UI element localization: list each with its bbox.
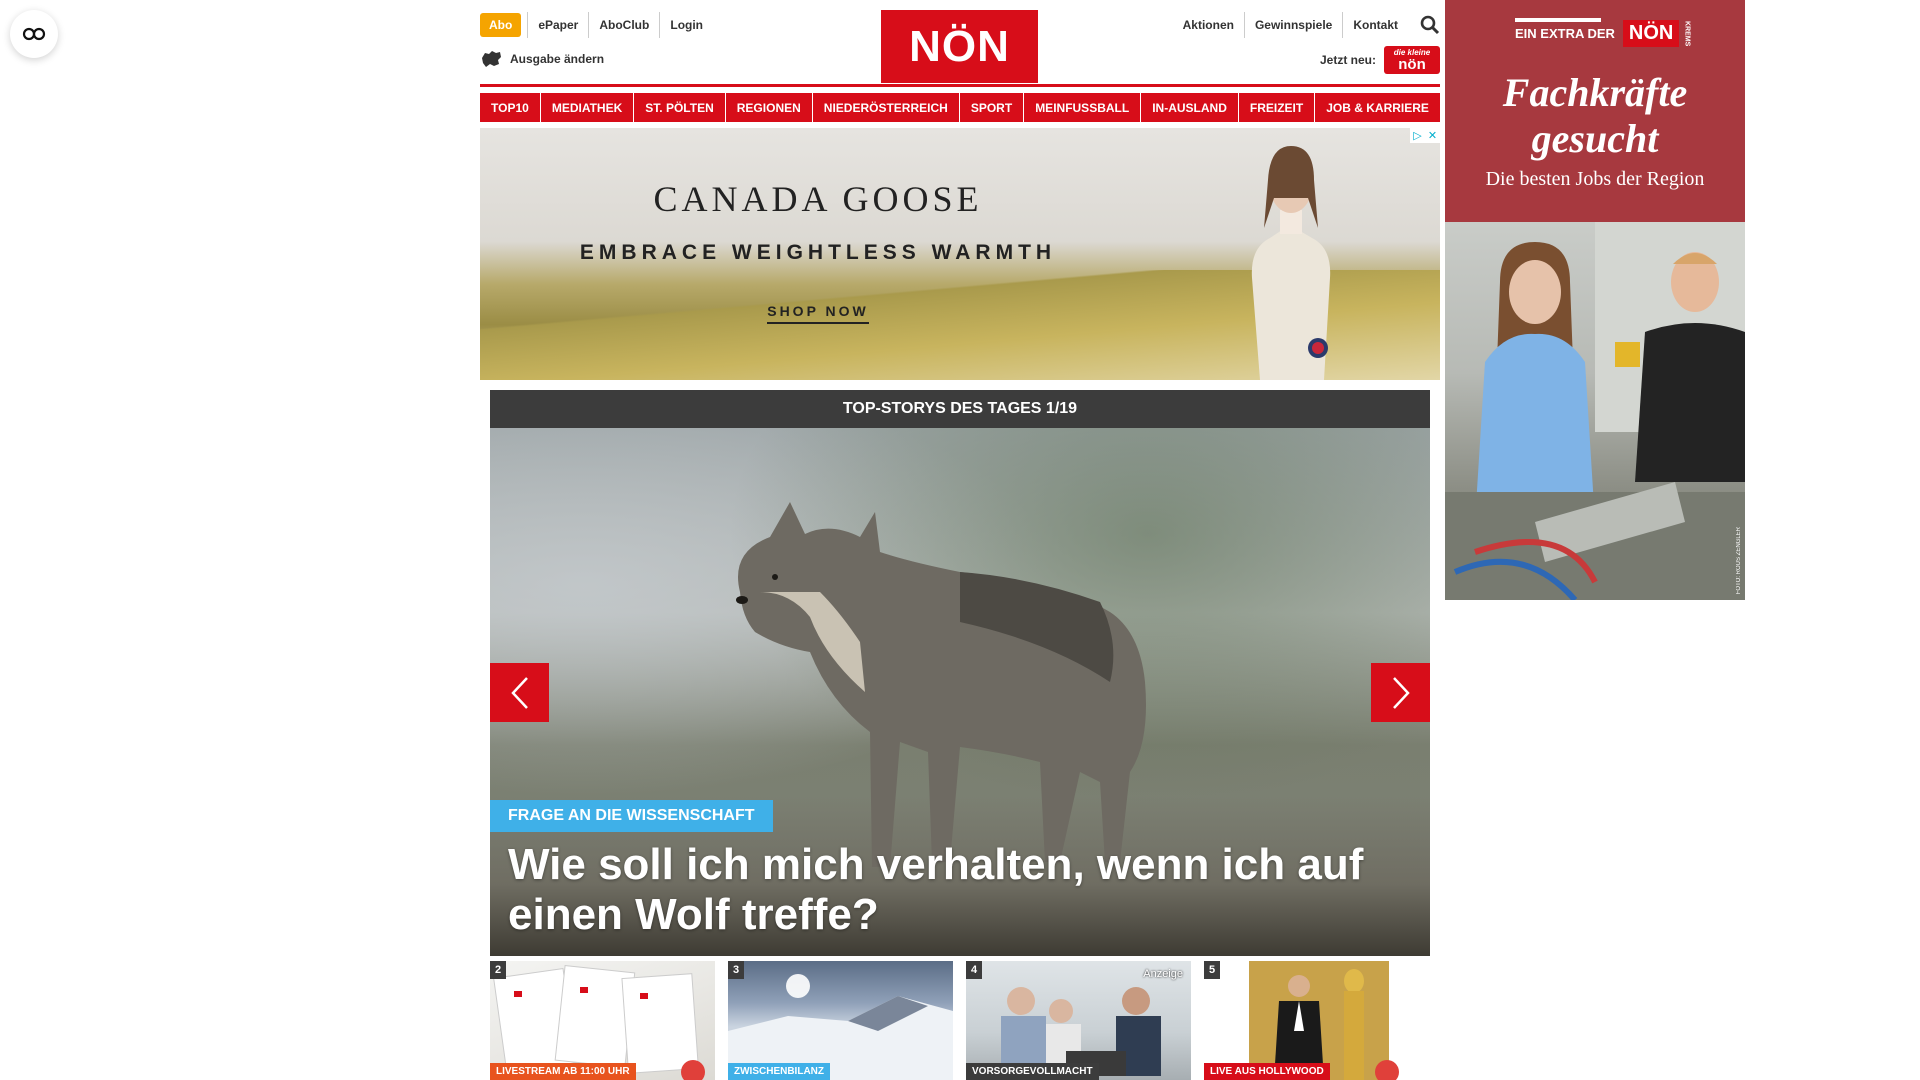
noen-logo[interactable]: NÖN bbox=[881, 10, 1038, 83]
side-ad-bar bbox=[1515, 18, 1601, 22]
ad-cta-text: SHOP NOW bbox=[767, 303, 869, 324]
nav-job-karriere[interactable]: JOB & KARRIERE bbox=[1315, 93, 1440, 122]
ad-model-image bbox=[1251, 146, 1331, 380]
edition-label: Ausgabe ändern bbox=[510, 52, 605, 66]
top-stories: TOP-STORYS DES TAGES 1/19 FRAGE AN DIE W… bbox=[490, 390, 1430, 956]
story-thumbnails: 2 LIVESTREAM AB 11:00 UHR 3 ZWISCHENBILA… bbox=[480, 961, 1440, 1080]
chevron-right-icon bbox=[1392, 676, 1410, 709]
story-thumb-3[interactable]: 3 ZWISCHENBILANZ bbox=[728, 961, 953, 1080]
side-ad-extra-text: EIN EXTRA DER bbox=[1515, 26, 1615, 41]
nav-niederoesterreich[interactable]: NIEDERÖSTERREICH bbox=[812, 93, 959, 122]
nav-st-poelten[interactable]: ST. PÖLTEN bbox=[634, 93, 725, 122]
nav-meinfussball[interactable]: MEINFUSSBALL bbox=[1024, 93, 1141, 122]
nav-mediathek[interactable]: MEDIATHEK bbox=[540, 93, 634, 122]
ad-choices[interactable]: ▷ ✕ bbox=[1410, 128, 1440, 143]
side-ad-brand: EIN EXTRA DER NÖN KREMS bbox=[1515, 18, 1691, 47]
nav-freizeit[interactable]: FREIZEIT bbox=[1238, 93, 1315, 122]
sponsored-badge: Anzeige bbox=[1143, 968, 1183, 980]
chevron-left-icon bbox=[510, 676, 528, 709]
ad-shop-now[interactable]: SHOP NOW bbox=[480, 303, 1156, 324]
aktionen-link[interactable]: Aktionen bbox=[1173, 12, 1244, 38]
glasses-icon bbox=[22, 27, 46, 41]
story-thumb-4[interactable]: 4 Anzeige VORSORGEVOLLMACHT bbox=[966, 961, 1191, 1080]
side-ad-title-line1: Fachkräfte bbox=[1502, 70, 1688, 115]
side-ad-logo: NÖN bbox=[1622, 20, 1680, 47]
thumb-label: LIVE AUS HOLLYWOOD bbox=[1204, 1063, 1330, 1080]
nav-regionen[interactable]: REGIONEN bbox=[725, 93, 812, 122]
map-icon bbox=[482, 51, 501, 67]
ad-close-icon[interactable]: ✕ bbox=[1425, 128, 1440, 143]
thumb-number: 2 bbox=[490, 961, 506, 979]
hero-headline[interactable]: Wie soll ich mich verhalten, wenn ich au… bbox=[508, 840, 1390, 940]
edition-selector[interactable]: Ausgabe ändern bbox=[480, 50, 604, 68]
side-ad-title-line2: gesucht bbox=[1531, 116, 1659, 161]
ad-choices-icon[interactable]: ▷ bbox=[1410, 128, 1425, 143]
thumb-number: 3 bbox=[728, 961, 744, 979]
story-thumb-5[interactable]: 5 LIVE AUS HOLLYWOOD bbox=[1204, 961, 1429, 1080]
top-left-links: Abo ePaper AboClub Login bbox=[480, 12, 713, 38]
abo-button[interactable]: Abo bbox=[480, 13, 522, 37]
aboclub-link[interactable]: AboClub bbox=[588, 12, 659, 38]
main-navigation: TOP10 MEDIATHEK ST. PÖLTEN REGIONEN NIED… bbox=[480, 93, 1440, 122]
story-thumb-2[interactable]: 2 LIVESTREAM AB 11:00 UHR bbox=[490, 961, 715, 1080]
gewinnspiele-link[interactable]: Gewinnspiele bbox=[1243, 12, 1342, 38]
top-right-links: Aktionen Gewinnspiele Kontakt bbox=[1173, 12, 1440, 38]
nav-in-ausland[interactable]: IN-AUSLAND bbox=[1141, 93, 1238, 122]
nav-top10[interactable]: TOP10 bbox=[480, 93, 540, 122]
fachkraefte-ad[interactable]: EIN EXTRA DER NÖN KREMS Fachkräfte gesuc… bbox=[1445, 0, 1745, 600]
thumb-number: 4 bbox=[966, 961, 982, 979]
side-ad-region: KREMS bbox=[1683, 20, 1691, 47]
main-column: Abo ePaper AboClub Login Ausgabe ändern … bbox=[480, 0, 1440, 956]
thumb-label: ZWISCHENBILANZ bbox=[728, 1063, 830, 1080]
ad-tagline: EMBRACE WEIGHTLESS WARMTH bbox=[579, 241, 1057, 264]
slider-next-button[interactable] bbox=[1371, 663, 1430, 722]
search-icon[interactable] bbox=[1420, 15, 1440, 35]
side-ad-subtitle: Die besten Jobs der Region bbox=[1485, 168, 1705, 190]
top-stories-heading: TOP-STORYS DES TAGES 1/19 bbox=[490, 390, 1430, 428]
canada-goose-ad[interactable]: CANADA GOOSE EMBRACE WEIGHTLESS WARMTH S… bbox=[480, 128, 1440, 380]
play-icon bbox=[681, 1060, 705, 1080]
side-ad-title: Fachkräfte gesucht bbox=[1445, 70, 1745, 162]
ad-brand: CANADA GOOSE bbox=[653, 179, 983, 219]
kleine-noen-badge[interactable]: die kleine nön bbox=[1384, 46, 1440, 74]
epaper-link[interactable]: ePaper bbox=[527, 12, 588, 38]
side-ad-credit: FOTO: ROUS ZENGLER bbox=[1736, 526, 1742, 594]
header-divider bbox=[480, 84, 1440, 87]
thumb-number: 5 bbox=[1204, 961, 1220, 979]
slider-prev-button[interactable] bbox=[490, 663, 549, 722]
hero-category-tag[interactable]: FRAGE AN DIE WISSENSCHAFT bbox=[490, 800, 773, 832]
side-ad-photo: FOTO: ROUS ZENGLER bbox=[1445, 222, 1745, 600]
thumb-label: LIVESTREAM AB 11:00 UHR bbox=[490, 1063, 636, 1080]
jetzt-neu: Jetzt neu: die kleine nön bbox=[1320, 46, 1440, 74]
camera-icon bbox=[1375, 1060, 1399, 1080]
jetzt-neu-label: Jetzt neu: bbox=[1319, 53, 1376, 67]
side-ad-header: EIN EXTRA DER NÖN KREMS Fachkräfte gesuc… bbox=[1445, 0, 1745, 218]
hero-story[interactable]: FRAGE AN DIE WISSENSCHAFT Wie soll ich m… bbox=[490, 428, 1430, 956]
login-link[interactable]: Login bbox=[659, 12, 713, 38]
kleine-noen-big: nön bbox=[1398, 55, 1426, 73]
reader-mode-button[interactable] bbox=[10, 10, 58, 58]
site-header: Abo ePaper AboClub Login Ausgabe ändern … bbox=[480, 0, 1440, 84]
nav-sport[interactable]: SPORT bbox=[959, 93, 1024, 122]
thumb-label: VORSORGEVOLLMACHT bbox=[966, 1063, 1099, 1080]
kontakt-link[interactable]: Kontakt bbox=[1342, 12, 1408, 38]
workers-image bbox=[1445, 222, 1745, 600]
